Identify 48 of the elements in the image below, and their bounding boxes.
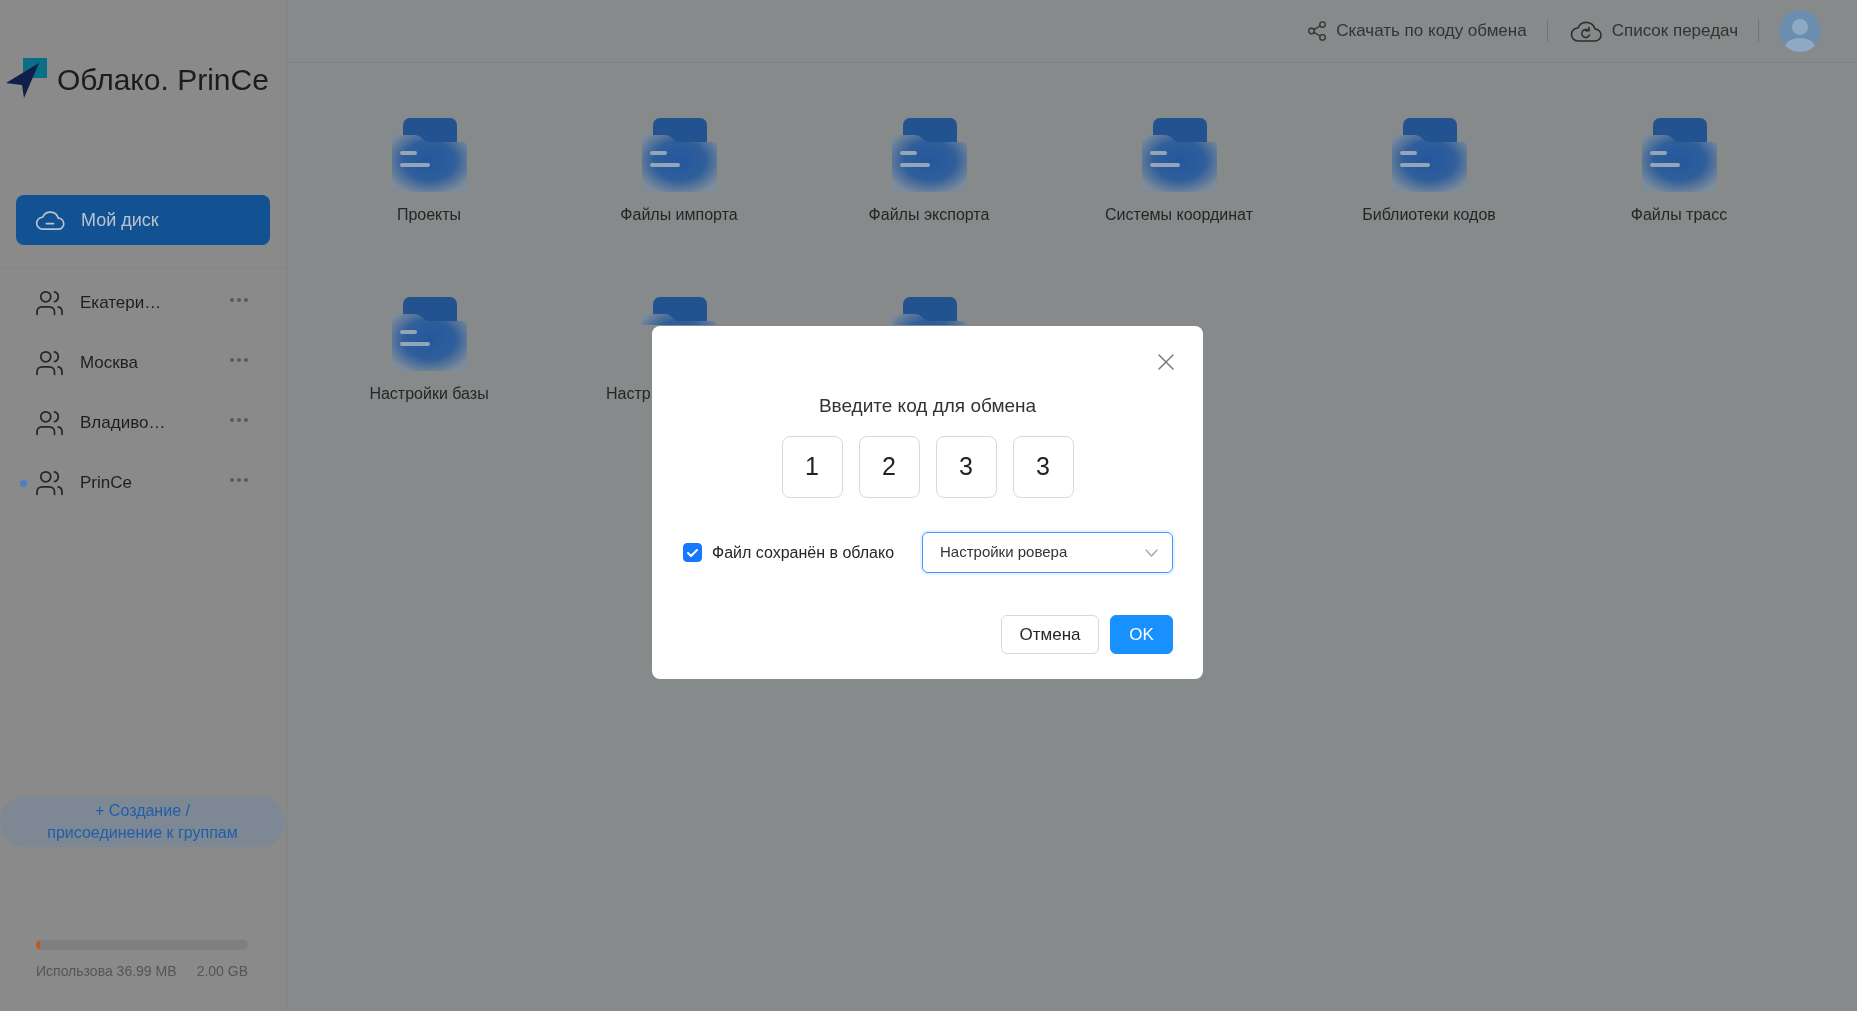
folder-name[interactable]: Проекты bbox=[396, 205, 462, 225]
code-digit-field[interactable]: 3 bbox=[1012, 436, 1074, 498]
folder-icon[interactable] bbox=[391, 118, 467, 192]
checkbox-label[interactable]: Файл сохранён в облако bbox=[712, 540, 922, 565]
code-digit-field[interactable]: 3 bbox=[935, 436, 997, 498]
transfer-list-button[interactable]: Список передач bbox=[1567, 18, 1738, 44]
group-icon bbox=[33, 408, 66, 438]
folder-icon[interactable] bbox=[1391, 118, 1467, 192]
group-item[interactable]: Владиво… bbox=[0, 393, 286, 453]
more-icon[interactable] bbox=[230, 298, 248, 302]
folder-name[interactable]: Настр bbox=[606, 384, 651, 404]
chevron-down-icon bbox=[1145, 548, 1158, 557]
folder-name[interactable]: Файлы импорта bbox=[620, 205, 738, 225]
folder-icon[interactable] bbox=[1641, 118, 1717, 192]
folder-icon[interactable] bbox=[641, 118, 717, 192]
folder-name[interactable]: Файлы экспорта bbox=[868, 205, 990, 225]
check-icon bbox=[687, 548, 698, 557]
folder-name[interactable]: Библиотеки кодов bbox=[1362, 205, 1496, 225]
more-icon[interactable] bbox=[230, 418, 248, 422]
group-item[interactable]: Москва bbox=[0, 333, 286, 393]
my-disk-nav-item[interactable]: Мой диск bbox=[16, 195, 270, 245]
dialog-title: Введите код для обмена bbox=[818, 394, 1037, 418]
download-by-code-button[interactable]: Скачать по коду обмена bbox=[1306, 18, 1527, 44]
logo-icon bbox=[6, 58, 47, 98]
more-icon[interactable] bbox=[230, 358, 248, 362]
group-icon bbox=[33, 348, 66, 378]
close-button[interactable] bbox=[1156, 352, 1176, 372]
save-to-cloud-checkbox[interactable] bbox=[683, 543, 702, 562]
group-item[interactable]: Екатери… bbox=[0, 273, 286, 333]
folder-icon[interactable] bbox=[891, 118, 967, 192]
folder-select[interactable]: Настройки ровера bbox=[922, 532, 1173, 573]
group-icon bbox=[33, 288, 66, 318]
group-item[interactable]: PrinCe bbox=[0, 453, 286, 513]
folder-name[interactable]: Файлы трасс bbox=[1630, 205, 1728, 225]
more-icon[interactable] bbox=[230, 478, 248, 482]
folder-icon[interactable] bbox=[1141, 118, 1217, 192]
close-icon bbox=[1158, 354, 1174, 370]
folder-name[interactable]: Настройки базы bbox=[369, 384, 489, 404]
folder-name[interactable]: Системы координат bbox=[1105, 205, 1253, 225]
app-title: Облако. PrinCe bbox=[57, 65, 269, 95]
code-digit-field[interactable]: 1 bbox=[781, 436, 843, 498]
cloud-icon bbox=[34, 209, 66, 231]
folder-icon[interactable] bbox=[391, 297, 467, 371]
share-icon bbox=[1306, 19, 1329, 43]
code-digit-field[interactable]: 2 bbox=[858, 436, 920, 498]
ok-button[interactable]: OK bbox=[1110, 615, 1173, 654]
cancel-button[interactable]: Отмена bbox=[1001, 615, 1099, 654]
group-icon bbox=[33, 468, 66, 498]
